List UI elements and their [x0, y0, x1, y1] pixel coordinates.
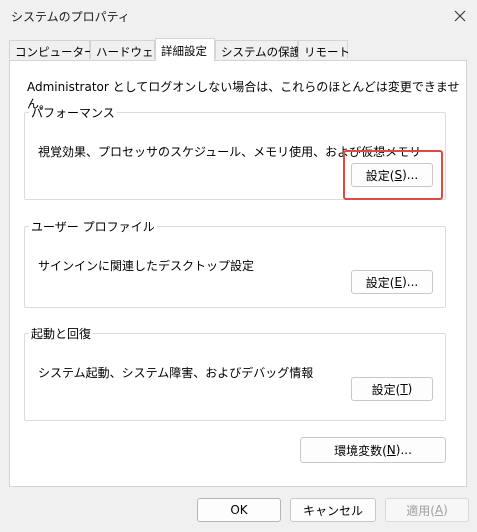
tab-computer-name[interactable]: コンピューター名: [9, 40, 107, 59]
button-mnemonic: N: [386, 443, 396, 457]
button-label-suffix: ): [443, 503, 448, 517]
button-mnemonic: E: [394, 275, 403, 289]
ok-button[interactable]: OK: [197, 498, 281, 522]
button-label-prefix: 環境変数(: [334, 443, 387, 458]
cancel-button[interactable]: キャンセル: [290, 498, 376, 522]
button-label-suffix: )...: [402, 275, 419, 289]
button-label-suffix: ): [407, 382, 413, 396]
performance-settings-button[interactable]: 設定(S)...: [351, 163, 433, 187]
button-label-prefix: 設定(: [365, 168, 395, 183]
title-bar: システムのプロパティ: [0, 0, 477, 32]
user-profile-group: ユーザー プロファイル サインインに関連したデスクトップ設定: [24, 218, 446, 308]
button-mnemonic: A: [434, 503, 444, 517]
apply-button[interactable]: 適用(A): [385, 498, 469, 522]
tab-remote[interactable]: リモート: [298, 40, 350, 59]
window-title: システムのプロパティ: [11, 10, 130, 24]
tab-hardware[interactable]: ハードウェア: [90, 40, 165, 59]
button-label-prefix: 設定(: [371, 382, 401, 397]
tab-system-protection[interactable]: システムの保護: [215, 40, 301, 59]
button-mnemonic: T: [400, 382, 408, 396]
button-label-prefix: 設定(: [365, 275, 395, 290]
user-profile-settings-button[interactable]: 設定(E)...: [351, 270, 433, 294]
button-label-prefix: 適用(: [406, 503, 435, 518]
performance-title: パフォーマンス: [31, 106, 115, 120]
button-label-suffix: )...: [402, 168, 419, 182]
startup-recovery-group: 起動と回復 システム起動、システム障害、およびデバッグ情報: [24, 325, 446, 421]
user-profile-title: ユーザー プロファイル: [31, 220, 155, 234]
environment-variables-button[interactable]: 環境変数(N)...: [300, 437, 446, 463]
close-button[interactable]: [446, 4, 474, 28]
tab-advanced[interactable]: 詳細設定: [155, 38, 215, 61]
startup-recovery-title: 起動と回復: [31, 327, 92, 341]
user-profile-description: サインインに関連したデスクトップ設定: [38, 259, 255, 273]
button-label-suffix: )...: [395, 443, 412, 457]
close-icon: [454, 10, 466, 22]
startup-recovery-settings-button[interactable]: 設定(T): [351, 377, 433, 401]
button-mnemonic: S: [394, 168, 403, 182]
performance-description: 視覚効果、プロセッサのスケジュール、メモリ使用、および仮想メモリ: [38, 145, 422, 159]
startup-recovery-description: システム起動、システム障害、およびデバッグ情報: [38, 366, 314, 380]
